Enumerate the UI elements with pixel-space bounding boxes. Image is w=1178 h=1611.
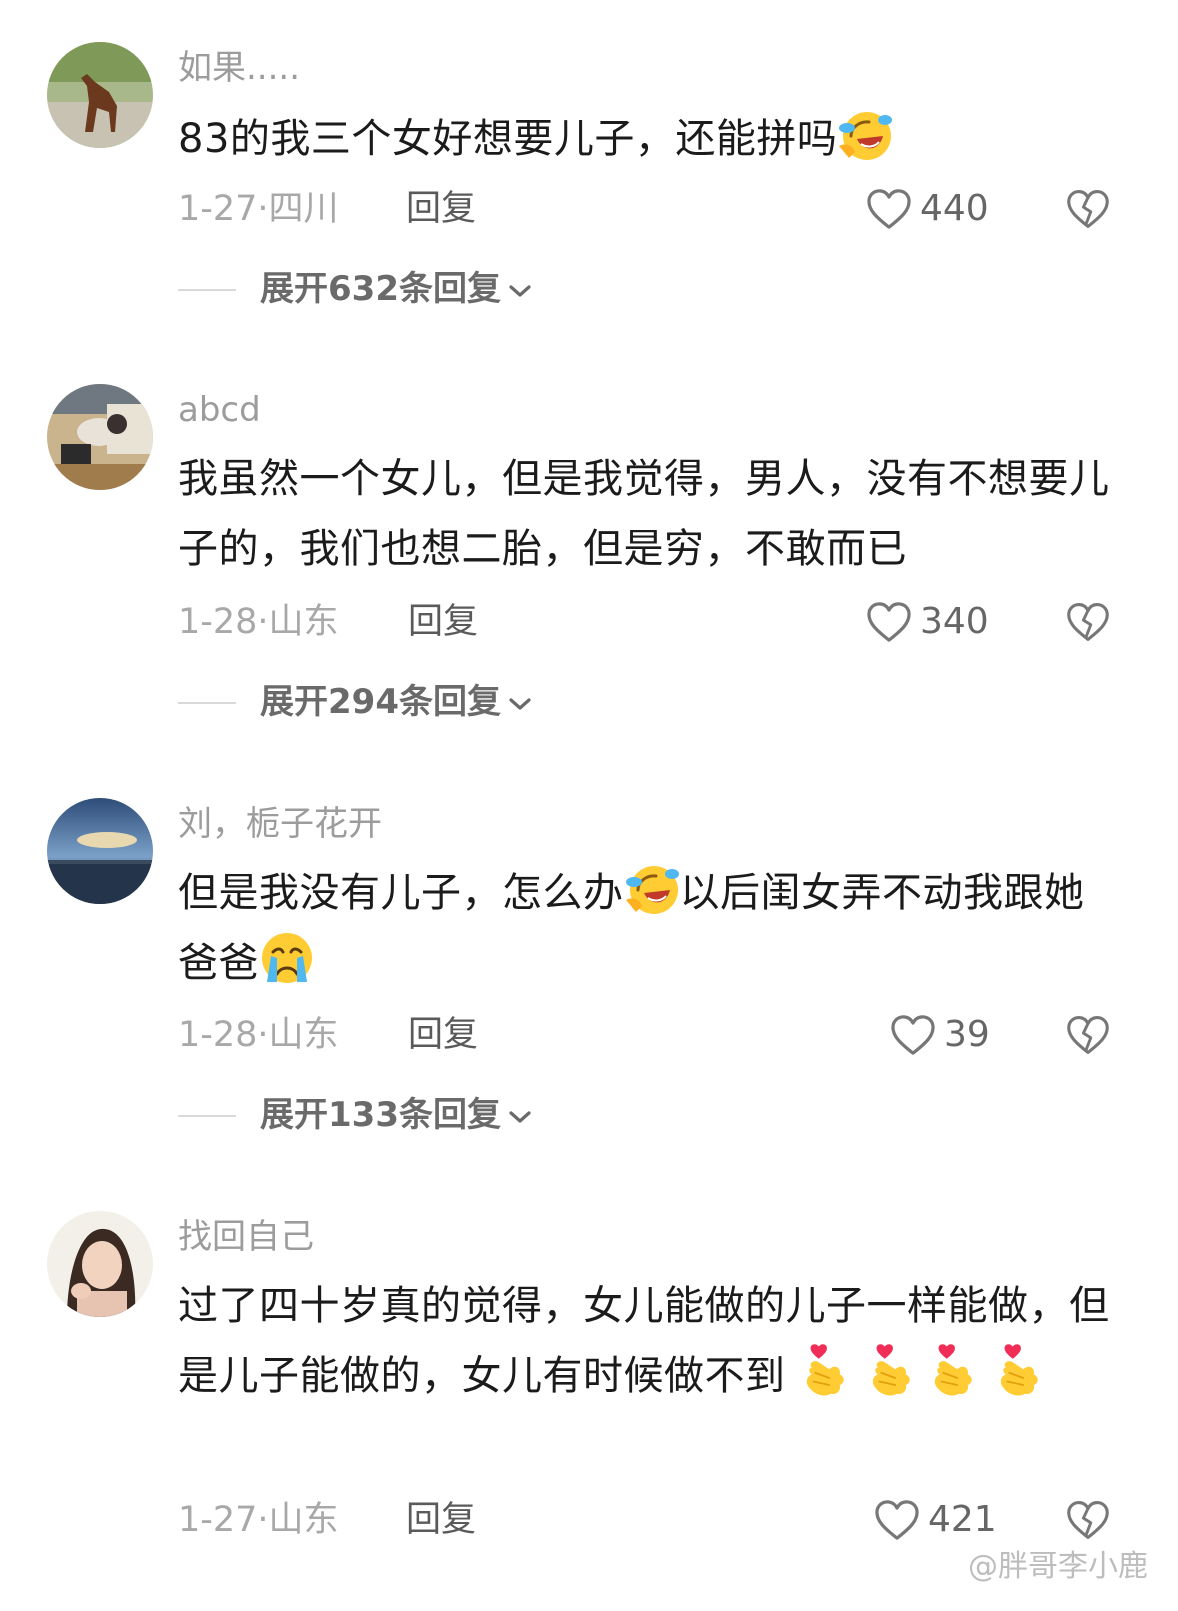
comment-item: abcd 我虽然一个女儿，但是我觉得，男人，没有不想要儿子的，我们也想二胎，但是…	[0, 384, 1178, 784]
comment-meta: 1-28·山东 回复 39	[178, 1010, 1138, 1060]
heart-icon	[874, 1499, 920, 1541]
comment-item: 刘，栀子花开 但是我没有儿子，怎么办 以后闺女弄不动我跟她爸爸 1-28·山东 回…	[0, 798, 1178, 1198]
reply-button[interactable]: 回复	[408, 1010, 478, 1060]
divider-line	[178, 1115, 236, 1117]
divider-line	[178, 702, 236, 704]
avatar[interactable]	[47, 798, 153, 904]
broken-heart-icon[interactable]	[1066, 188, 1110, 230]
comment-date-location: 1-28·山东	[178, 602, 339, 642]
reply-button[interactable]: 回复	[406, 1495, 476, 1545]
heart-icon	[866, 188, 912, 230]
comment-meta: 1-28·山东 回复 340	[178, 597, 1138, 647]
avatar[interactable]	[47, 42, 153, 148]
comment-date-location: 1-27·山东	[178, 1500, 339, 1540]
comment-text: 83的我三个女好想要儿子，还能拼吗	[178, 104, 1118, 174]
comment-date-location: 1-28·山东	[178, 1015, 339, 1055]
heart-icon	[890, 1014, 936, 1056]
expand-replies-button[interactable]: 展开294条回复	[178, 677, 778, 727]
like-button[interactable]: 39	[890, 1013, 990, 1057]
comment-meta: 1-27·四川 回复 440	[178, 184, 1138, 234]
finger-heart-emoji-icon	[862, 1343, 918, 1399]
crying-face-emoji-icon	[259, 930, 315, 986]
avatar[interactable]	[47, 384, 153, 490]
like-count: 39	[944, 1014, 990, 1055]
finger-heart-emoji-icon	[924, 1343, 980, 1399]
username[interactable]: 刘，栀子花开	[178, 798, 382, 850]
finger-heart-emoji-icon	[796, 1343, 852, 1399]
username[interactable]: 找回自己	[178, 1211, 314, 1263]
expand-replies-label: 展开133条回复	[260, 1095, 501, 1135]
comment-item: 如果..... 83的我三个女好想要儿子，还能拼吗 1-27·四川 回复 440…	[0, 42, 1178, 442]
laughing-crying-emoji-icon	[837, 106, 893, 162]
watermark: @胖哥李小鹿	[968, 1549, 1148, 1584]
username[interactable]: abcd	[178, 384, 261, 436]
like-button[interactable]: 440	[866, 187, 989, 231]
expand-replies-button[interactable]: 展开133条回复	[178, 1090, 778, 1140]
heart-icon	[866, 601, 912, 643]
like-button[interactable]: 340	[866, 600, 989, 644]
laughing-crying-emoji-icon	[624, 860, 680, 916]
avatar[interactable]	[47, 1211, 153, 1317]
comment-date-location: 1-27·四川	[178, 189, 339, 229]
comment-text: 过了四十岁真的觉得，女儿能做的儿子一样能做，但是儿子能做的，女儿有时候做不到	[178, 1283, 1110, 1399]
expand-replies-label: 展开632条回复	[260, 269, 501, 309]
comment-text: 但是我没有儿子，怎么办 以后闺女弄不动我跟她爸爸	[178, 858, 1118, 998]
like-count: 340	[920, 601, 989, 642]
broken-heart-icon[interactable]	[1066, 1014, 1110, 1056]
like-button[interactable]: 421	[874, 1498, 997, 1542]
like-count: 440	[920, 188, 989, 229]
finger-heart-emoji-icon	[990, 1343, 1046, 1399]
username[interactable]: 如果.....	[178, 42, 300, 94]
reply-button[interactable]: 回复	[406, 184, 476, 234]
like-count: 421	[928, 1499, 997, 1540]
reply-button[interactable]: 回复	[408, 597, 478, 647]
expand-replies-button[interactable]: 展开632条回复	[178, 264, 778, 314]
broken-heart-icon[interactable]	[1066, 1499, 1110, 1541]
comment-text: 我虽然一个女儿，但是我觉得，男人，没有不想要儿子的，我们也想二胎，但是穷，不敢而…	[178, 456, 1110, 572]
chevron-down-icon	[507, 1108, 533, 1126]
comment-meta: 1-27·山东 回复 421	[178, 1495, 1138, 1545]
chevron-down-icon	[507, 695, 533, 713]
chevron-down-icon	[507, 282, 533, 300]
divider-line	[178, 289, 236, 291]
expand-replies-label: 展开294条回复	[260, 682, 501, 722]
broken-heart-icon[interactable]	[1066, 601, 1110, 643]
